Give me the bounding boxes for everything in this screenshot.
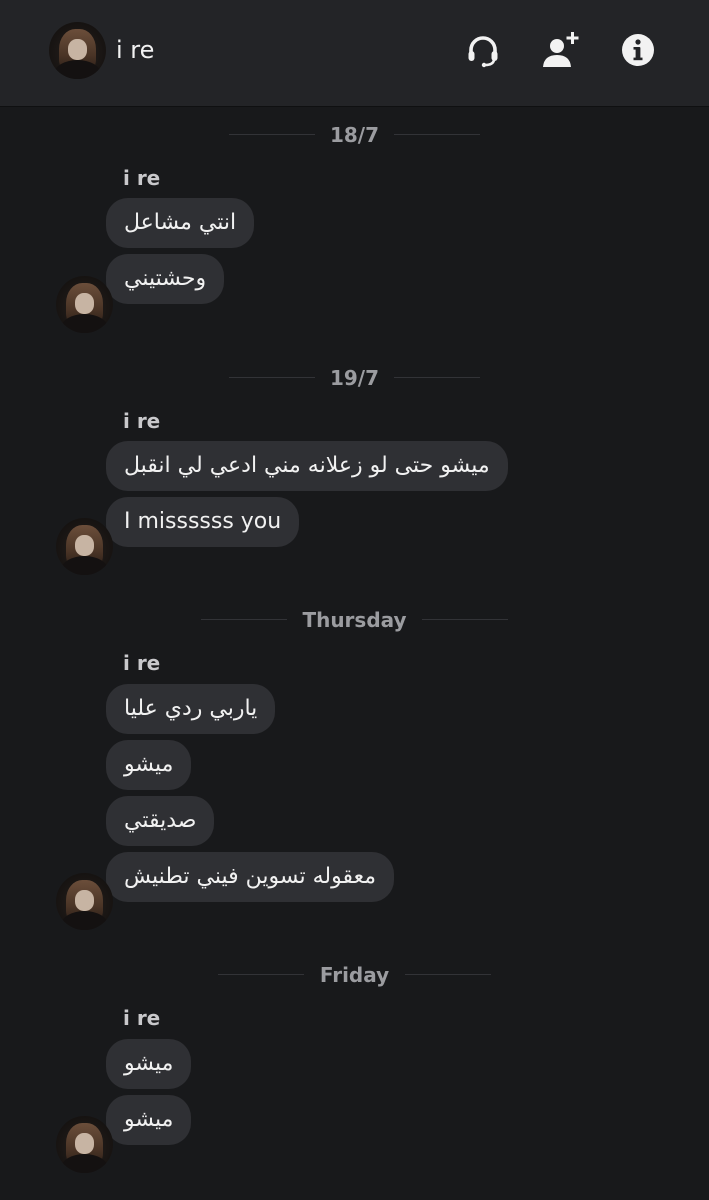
date-separator: Friday [0, 961, 709, 989]
sender-avatar[interactable] [56, 276, 113, 333]
message-bubble[interactable]: معقوله تسوين فيني تطنيش [106, 852, 394, 902]
message-bubble[interactable]: ميشو [106, 1095, 192, 1145]
contact-name[interactable]: i re [116, 34, 154, 66]
contact-avatar[interactable] [49, 22, 106, 79]
date-label: Friday [319, 963, 390, 987]
add-user-icon[interactable] [540, 30, 580, 70]
sender-avatar[interactable] [56, 873, 113, 930]
date-label: 18/7 [329, 123, 380, 147]
chat-header: i re [0, 0, 709, 106]
sender-name: i re [123, 1006, 161, 1030]
message-bubble[interactable]: صديقتي [106, 796, 215, 846]
date-separator: Thursday [0, 606, 709, 634]
message-bubble[interactable]: انتي مشاعل [106, 198, 255, 248]
message-bubble[interactable]: I missssss you [106, 497, 300, 547]
date-label: 19/7 [329, 366, 380, 390]
message-bubble[interactable]: ميشو [106, 1039, 192, 1089]
sender-name: i re [123, 651, 161, 675]
date-label: Thursday [302, 608, 407, 632]
message-bubble[interactable]: ياربي ردي عليا [106, 684, 276, 734]
date-separator: 19/7 [0, 364, 709, 392]
message-bubble[interactable]: ميشو حتى لو زعلانه مني ادعي لي انقبل [106, 441, 508, 491]
sender-avatar[interactable] [56, 518, 113, 575]
sender-name: i re [123, 409, 161, 433]
date-separator: 18/7 [0, 121, 709, 149]
headset-icon[interactable] [463, 30, 503, 70]
info-icon[interactable] [618, 30, 658, 70]
message-bubble[interactable]: ميشو [106, 740, 192, 790]
sender-name: i re [123, 166, 161, 190]
sender-avatar[interactable] [56, 1116, 113, 1173]
message-bubble[interactable]: وحشتيني [106, 254, 225, 304]
